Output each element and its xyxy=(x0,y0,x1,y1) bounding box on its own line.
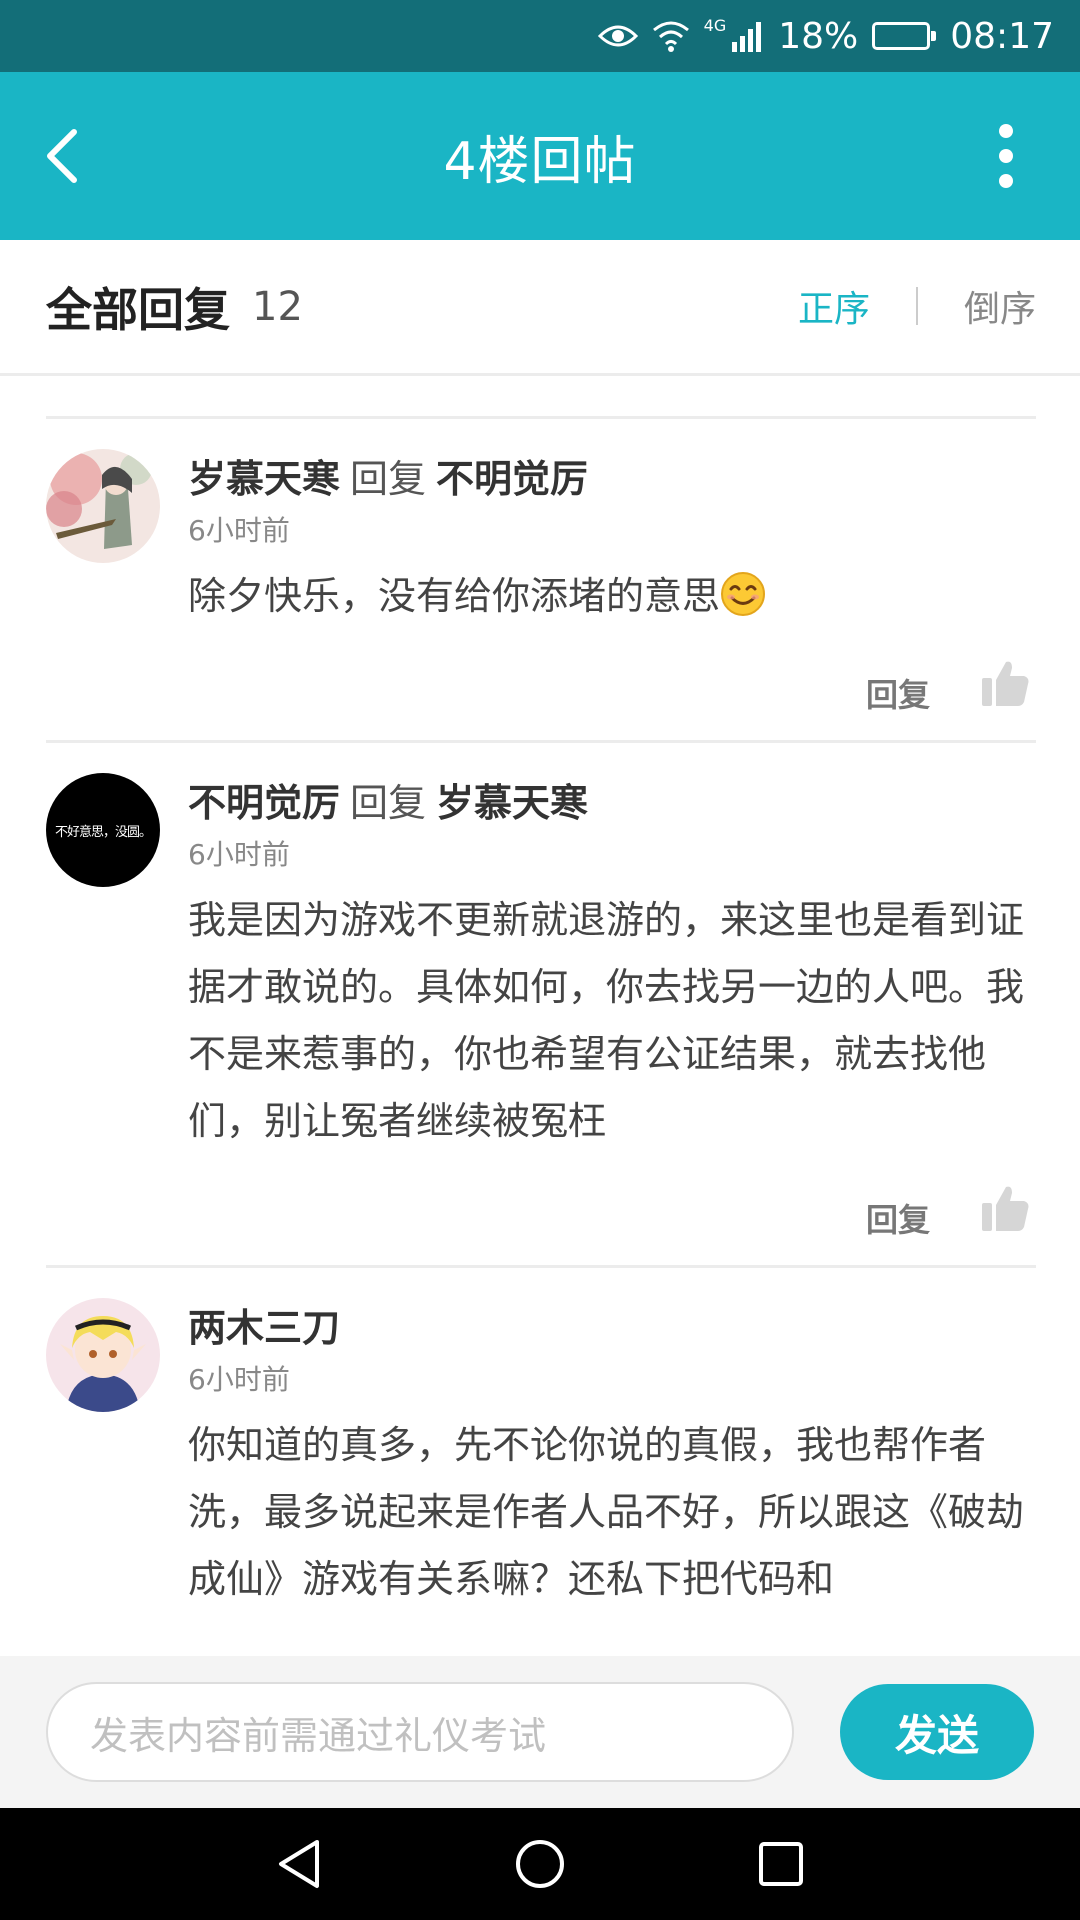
sort-divider xyxy=(915,287,918,325)
network-type-label: 4G xyxy=(703,16,727,35)
reply-button[interactable]: 回复 xyxy=(866,670,930,716)
comment-username[interactable]: 不明觉厉 xyxy=(188,781,340,825)
comment-time: 6小时前 xyxy=(188,514,290,547)
reply-word-label: 回复 xyxy=(350,781,427,825)
comment-username[interactable]: 两木三刀 xyxy=(188,1306,340,1350)
comment-item: 不好意思，没圆。 不明觉厉 回复 岁慕天寒 6小时前 我是因为游戏不更新就退游的，来… xyxy=(46,740,1036,1265)
more-dot-icon xyxy=(999,124,1013,138)
reply-target-username[interactable]: 岁慕天寒 xyxy=(436,781,588,825)
send-button[interactable]: 发送 xyxy=(840,1684,1034,1780)
app-header: 4楼回帖 xyxy=(0,72,1080,240)
comment-list: 岁慕天寒 回复 不明觉厉 6小时前 除夕快乐，没有给你添堵的意思 回复 不好意思，没… xyxy=(46,416,1036,1613)
reply-word-label: 回复 xyxy=(350,457,427,501)
more-dot-icon xyxy=(999,149,1013,163)
nav-recents-icon[interactable] xyxy=(757,1840,805,1888)
battery-percent: 18% xyxy=(778,15,859,57)
clock: 08:17 xyxy=(950,15,1054,57)
comment-username[interactable]: 岁慕天寒 xyxy=(188,457,340,501)
chevron-left-icon xyxy=(47,129,77,183)
comment-time: 6小时前 xyxy=(188,838,290,871)
battery-icon xyxy=(872,22,937,50)
back-button[interactable] xyxy=(44,122,104,190)
comment-text: 除夕快乐，没有给你添堵的意思 xyxy=(188,563,1048,630)
reply-button[interactable]: 回复 xyxy=(866,1195,930,1241)
comment-item: 两木三刀 6小时前 你知道的真多，先不论你说的真假，我也帮作者洗，最多说起来是作… xyxy=(46,1265,1036,1613)
reply-target-username[interactable]: 不明觉厉 xyxy=(436,457,588,501)
thumbs-up-icon[interactable] xyxy=(980,1183,1030,1233)
avatar-text: 不好意思，没圆。 xyxy=(54,824,152,840)
thumbs-up-icon[interactable] xyxy=(980,658,1030,708)
avatar[interactable] xyxy=(46,1298,160,1412)
comment-item: 岁慕天寒 回复 不明觉厉 6小时前 除夕快乐，没有给你添堵的意思 回复 xyxy=(46,416,1036,740)
more-menu-button[interactable] xyxy=(994,124,1018,188)
sort-asc-button[interactable]: 正序 xyxy=(798,280,870,332)
sort-toggle: 正序 倒序 xyxy=(798,280,1036,332)
comment-text-content: 除夕快乐，没有给你添堵的意思 xyxy=(188,574,721,618)
more-dot-icon xyxy=(999,174,1013,188)
comment-time: 6小时前 xyxy=(188,1363,290,1396)
eye-icon xyxy=(597,22,638,50)
avatar[interactable] xyxy=(46,449,160,563)
comment-input[interactable]: 发表内容前需通过礼仪考试 xyxy=(46,1682,794,1782)
comment-text: 你知道的真多，先不论你说的真假，我也帮作者洗，最多说起来是作者人品不好，所以跟这… xyxy=(188,1423,1025,1601)
reply-count: 12 xyxy=(252,283,303,330)
system-nav-bar xyxy=(0,1808,1080,1920)
replies-header: 全部回复 12 正序 倒序 xyxy=(0,240,1080,376)
nav-home-icon[interactable] xyxy=(514,1838,566,1890)
comment-input-placeholder: 发表内容前需通过礼仪考试 xyxy=(90,1713,547,1758)
signal-icon xyxy=(730,20,764,52)
sort-desc-button[interactable]: 倒序 xyxy=(964,280,1036,332)
all-replies-label: 全部回复 xyxy=(46,282,230,337)
status-bar: 4G 18% 08:17 xyxy=(0,0,1080,72)
smiling-face-icon xyxy=(721,572,766,616)
page-title: 4楼回帖 xyxy=(443,131,637,192)
comment-input-bar: 发表内容前需通过礼仪考试 发送 xyxy=(0,1656,1080,1808)
wifi-icon xyxy=(652,20,690,52)
avatar[interactable]: 不好意思，没圆。 xyxy=(46,773,160,887)
comment-text: 我是因为游戏不更新就退游的，来这里也是看到证据才敢说的。具体如何，你去找另一边的… xyxy=(188,898,1025,1143)
nav-back-icon[interactable] xyxy=(275,1838,323,1890)
